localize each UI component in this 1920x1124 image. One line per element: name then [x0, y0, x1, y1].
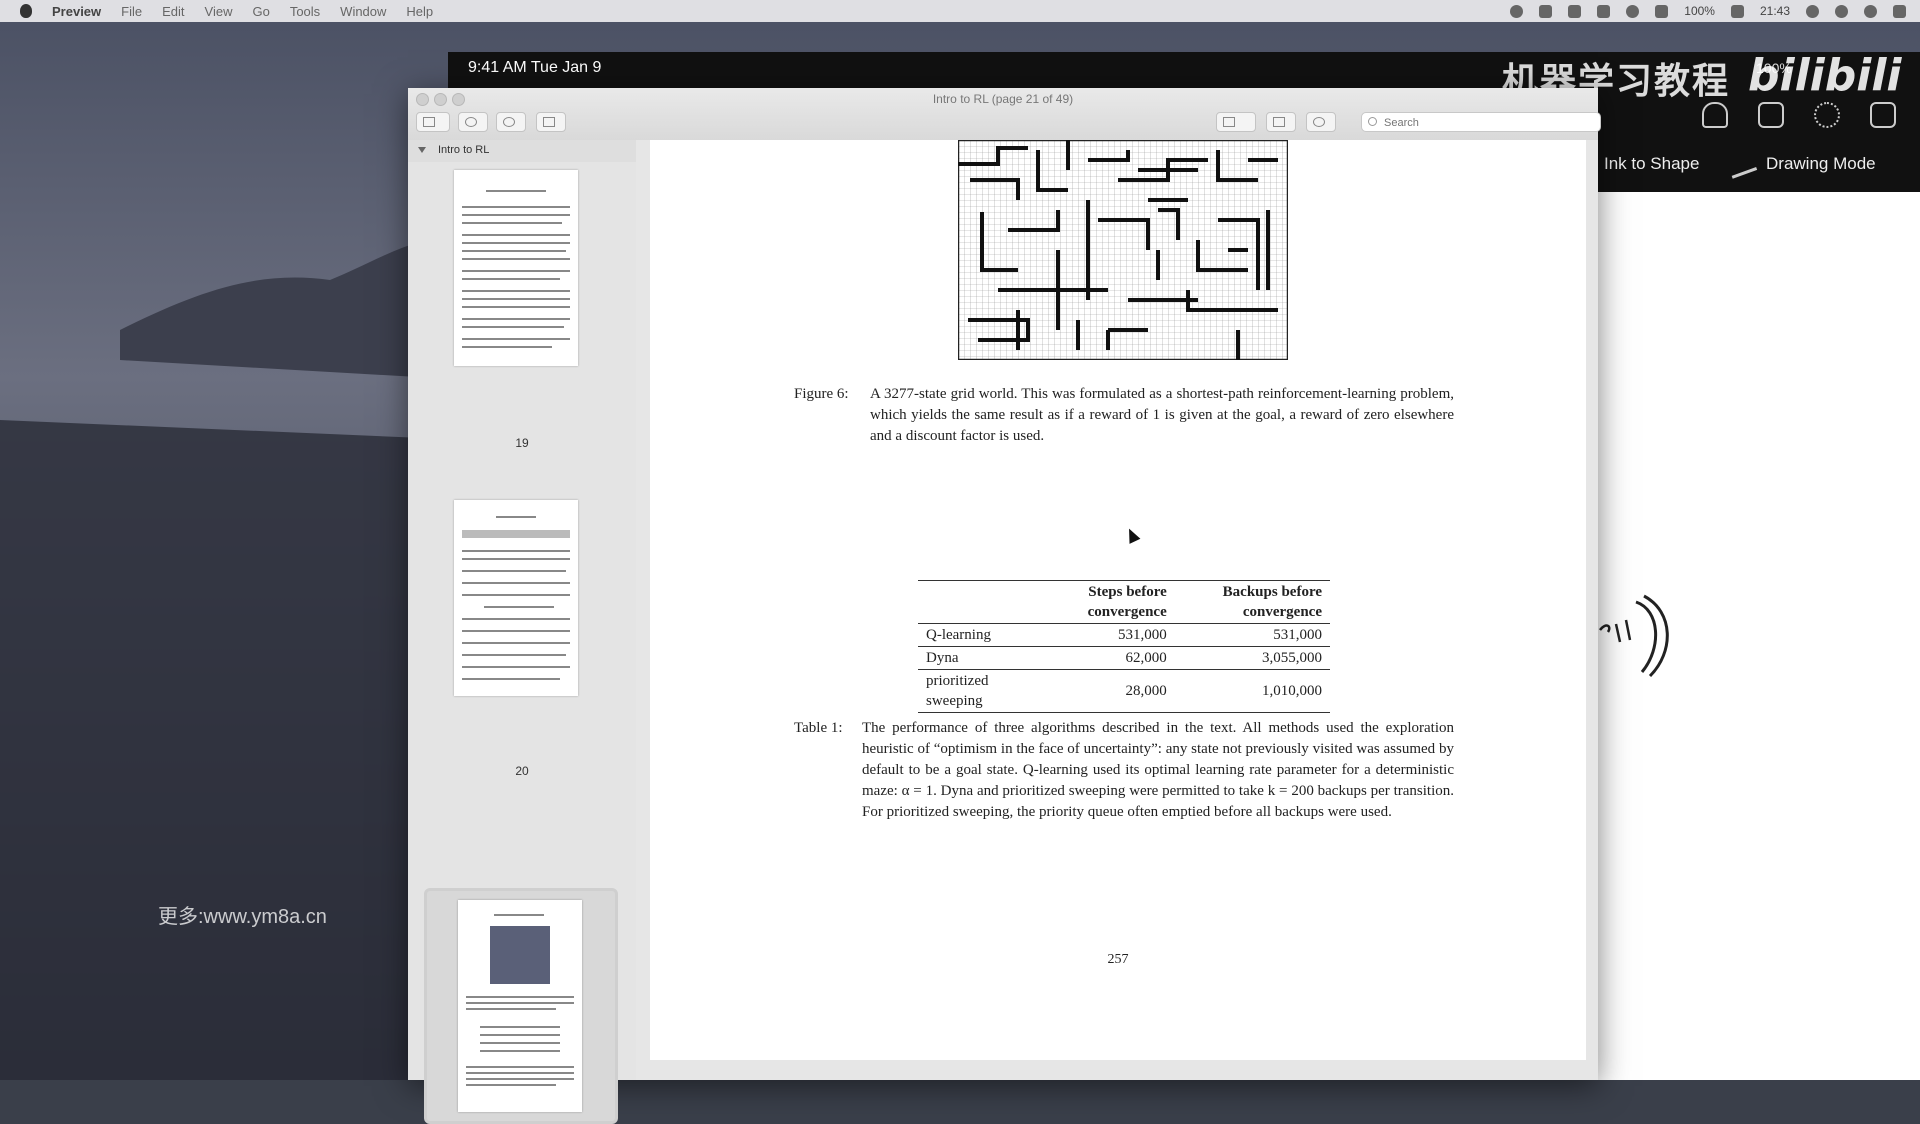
sidebar-toggle-button[interactable] — [416, 112, 450, 132]
handwritten-stroke — [1599, 594, 1669, 678]
menu-edit[interactable]: Edit — [162, 4, 184, 19]
apple-menu-icon[interactable] — [20, 4, 32, 18]
drawing-mode-button[interactable]: Drawing Mode — [1766, 154, 1876, 174]
menu-window[interactable]: Window — [340, 4, 386, 19]
airplay-icon[interactable] — [1597, 4, 1611, 18]
pdf-page: Figure 6: A 3277-state grid world. This … — [650, 140, 1586, 1060]
menu-file[interactable]: File — [121, 4, 142, 19]
spotlight-icon[interactable] — [1835, 4, 1848, 18]
status-icon[interactable] — [1510, 4, 1524, 18]
rotate-icon — [1273, 117, 1285, 127]
search-icon — [1368, 117, 1377, 126]
table-caption-text: The performance of three algorithms desc… — [862, 720, 1454, 820]
window-title: Intro to RL (page 21 of 49) — [932, 92, 1074, 106]
table-cell: 3,055,000 — [1262, 650, 1322, 666]
sidebar-document-header[interactable]: Intro to RL — [408, 140, 636, 162]
rotate-button[interactable] — [1266, 112, 1296, 132]
thumbnail-page-21[interactable] — [458, 900, 582, 1112]
zoom-out-icon — [465, 117, 477, 127]
document-view[interactable]: Figure 6: A 3277-state grid world. This … — [636, 140, 1598, 1080]
battery-icon[interactable] — [1730, 4, 1744, 18]
pen-icon — [1724, 148, 1758, 179]
title-bar: Intro to RL (page 21 of 49) — [408, 88, 1601, 141]
disclosure-triangle-icon[interactable] — [418, 147, 426, 153]
bilibili-logo: bilibili — [1748, 50, 1902, 100]
user-icon[interactable] — [1806, 4, 1819, 18]
table-cell: 1,010,000 — [1262, 683, 1322, 699]
share-icon — [543, 117, 555, 127]
collapse-icon[interactable] — [1870, 102, 1896, 128]
menu-bar: Preview File Edit View Go Tools Window H… — [0, 0, 1920, 22]
menu-help[interactable]: Help — [406, 4, 433, 19]
table-header — [918, 581, 1032, 624]
table-cell: prioritized sweeping — [926, 673, 989, 709]
bell-icon[interactable] — [1702, 102, 1728, 128]
site-watermark: 更多:www.ym8a.cn — [158, 906, 327, 928]
zoom-in-button[interactable] — [496, 112, 526, 132]
page-number: 257 — [1107, 952, 1129, 967]
ink-to-shape-button[interactable]: Ink to Shape — [1604, 154, 1699, 174]
zoom-in-icon — [503, 117, 515, 127]
grid-world-maze-figure — [958, 140, 1288, 360]
table-header: Steps before convergence — [1087, 584, 1167, 620]
menubar-clock[interactable]: 21:43 — [1760, 4, 1790, 18]
siri-icon[interactable] — [1864, 4, 1877, 18]
menu-go[interactable]: Go — [252, 4, 269, 19]
volume-icon[interactable] — [1568, 4, 1582, 18]
table-cell: 28,000 — [1125, 683, 1167, 699]
sidecar-time: 9:41 AM Tue Jan 9 — [468, 59, 602, 76]
table-row: Q-learning 531,000 531,000 — [918, 623, 1330, 647]
search-input[interactable] — [1382, 114, 1596, 131]
search-field[interactable] — [1361, 112, 1601, 132]
thumbnail-page-20[interactable] — [454, 500, 578, 696]
sidebar-icon — [423, 117, 435, 127]
table-cell: 62,000 — [1125, 650, 1167, 666]
preview-window: Intro to RL (page 21 of 49) Intro to RL — [408, 88, 1601, 1124]
table-cell: Dyna — [926, 650, 959, 666]
markup-pen-button[interactable] — [1216, 112, 1256, 132]
pen-icon — [1223, 117, 1235, 127]
gear-icon[interactable] — [1814, 102, 1840, 128]
table-cell: Q-learning — [926, 627, 991, 643]
table-cell: 531,000 — [1273, 627, 1322, 643]
svg-text:bilibili: bilibili — [1748, 50, 1902, 100]
thumbnail-page-19[interactable] — [454, 170, 578, 366]
notification-center-icon[interactable] — [1893, 4, 1906, 18]
toolbar — [416, 112, 1601, 138]
menu-view[interactable]: View — [205, 4, 233, 19]
wifi-icon[interactable] — [1626, 4, 1640, 18]
table-row: prioritized sweeping 28,000 1,010,000 — [918, 669, 1330, 713]
battery-percent: 100% — [1684, 4, 1715, 18]
menu-tools[interactable]: Tools — [290, 4, 320, 19]
table-label: Table 1: — [794, 720, 843, 736]
figure-caption-text: A 3277-state grid world. This was formul… — [870, 386, 1454, 444]
thumbnail-page-number: 19 — [515, 436, 529, 450]
performance-table: Steps before convergence Backups before … — [918, 580, 1330, 713]
table-cell: 531,000 — [1118, 627, 1167, 643]
figure-label: Figure 6: — [794, 386, 849, 402]
annotate-button[interactable] — [1306, 112, 1336, 132]
input-source-icon[interactable] — [1655, 4, 1669, 18]
sidebar-document-name: Intro to RL — [438, 144, 490, 156]
markup-icon — [1313, 117, 1325, 127]
thumbnail-page-number: 20 — [515, 764, 529, 778]
table-header: Backups before convergence — [1222, 584, 1322, 620]
zoom-out-button[interactable] — [458, 112, 488, 132]
table-row: Dyna 62,000 3,055,000 — [918, 646, 1330, 670]
thumbnail-sidebar: Intro to RL 19 20 — [408, 140, 637, 1124]
menu-app-preview[interactable]: Preview — [52, 4, 101, 19]
share-button[interactable] — [536, 112, 566, 132]
share-icon[interactable] — [1758, 102, 1784, 128]
shield-icon[interactable] — [1539, 4, 1553, 18]
